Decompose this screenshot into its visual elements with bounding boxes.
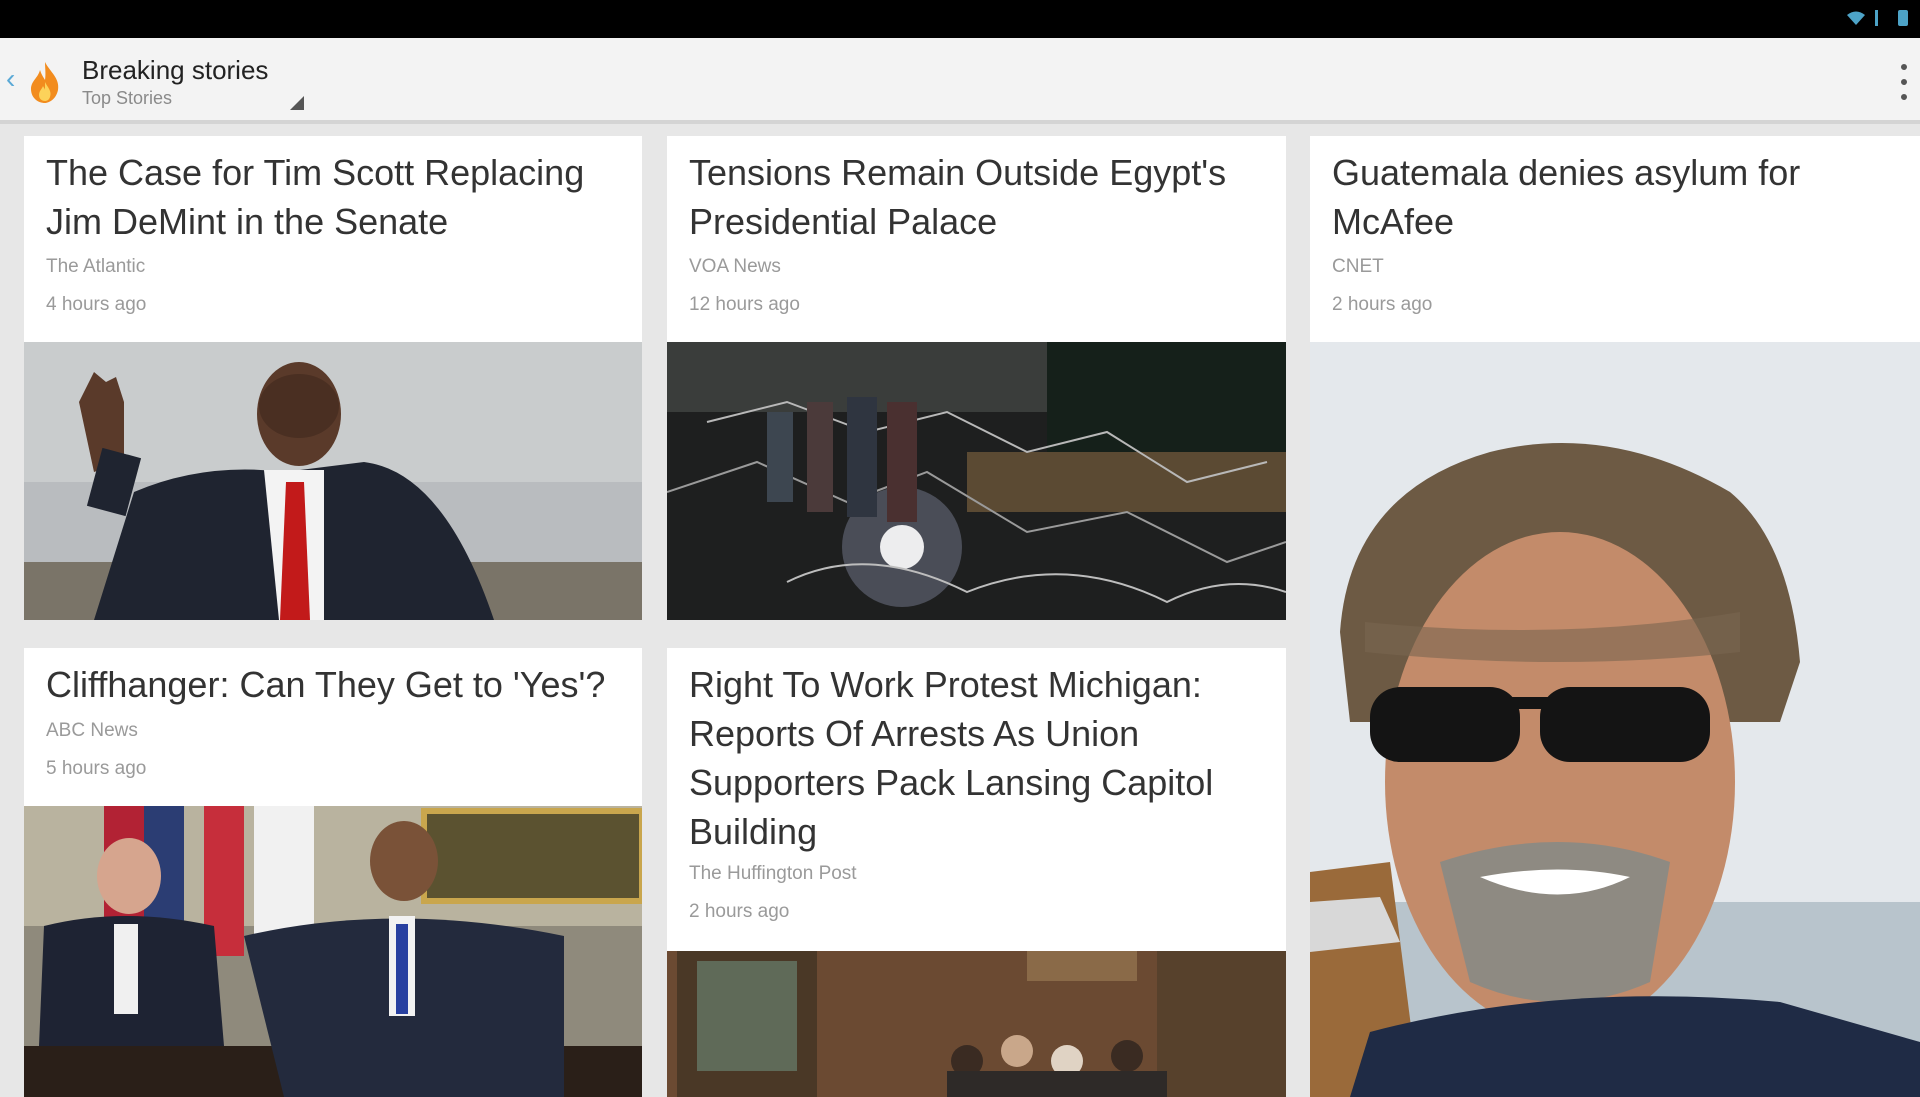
story-image[interactable] (24, 342, 642, 620)
story-card[interactable]: Guatemala denies asylum for McAfee CNET … (1310, 136, 1920, 1097)
story-time: 2 hours ago (689, 901, 790, 922)
story-title[interactable]: The Case for Tim Scott Replacing Jim DeM… (46, 148, 622, 246)
story-card[interactable]: Tensions Remain Outside Egypt's Presiden… (667, 136, 1286, 620)
dropdown-indicator-icon[interactable] (290, 96, 304, 110)
flame-icon[interactable] (28, 60, 62, 104)
status-icons (1847, 10, 1908, 26)
chevron-left-icon[interactable]: ‹ (6, 64, 22, 94)
story-title[interactable]: Guatemala denies asylum for McAfee (1332, 148, 1900, 246)
wifi-icon (1847, 11, 1865, 25)
story-source: The Huffington Post (689, 863, 857, 884)
action-bar: ‹ Breaking stories Top Stories (0, 38, 1920, 124)
section-subtitle[interactable]: Top Stories (82, 88, 172, 109)
overflow-menu-icon[interactable] (1898, 64, 1910, 100)
story-image[interactable] (667, 342, 1286, 620)
story-time: 2 hours ago (1332, 294, 1433, 315)
story-source: ABC News (46, 720, 138, 741)
status-bar (0, 0, 1920, 38)
signal-icon (1875, 10, 1888, 26)
story-image[interactable] (667, 951, 1286, 1097)
story-source: The Atlantic (46, 256, 146, 277)
battery-icon (1898, 10, 1908, 26)
story-image[interactable] (1310, 342, 1920, 1097)
story-source: CNET (1332, 256, 1384, 277)
story-image[interactable] (24, 806, 642, 1097)
story-source: VOA News (689, 256, 781, 277)
story-time: 4 hours ago (46, 294, 147, 315)
story-time: 5 hours ago (46, 758, 147, 779)
story-card[interactable]: Right To Work Protest Michigan: Reports … (667, 648, 1286, 1097)
story-title[interactable]: Tensions Remain Outside Egypt's Presiden… (689, 148, 1266, 246)
story-card[interactable]: Cliffhanger: Can They Get to 'Yes'? ABC … (24, 648, 642, 1097)
section-title[interactable]: Breaking stories (82, 55, 268, 86)
story-title[interactable]: Cliffhanger: Can They Get to 'Yes'? (46, 660, 622, 709)
story-title[interactable]: Right To Work Protest Michigan: Reports … (689, 660, 1266, 856)
story-time: 12 hours ago (689, 294, 800, 315)
story-card[interactable]: The Case for Tim Scott Replacing Jim DeM… (24, 136, 642, 620)
